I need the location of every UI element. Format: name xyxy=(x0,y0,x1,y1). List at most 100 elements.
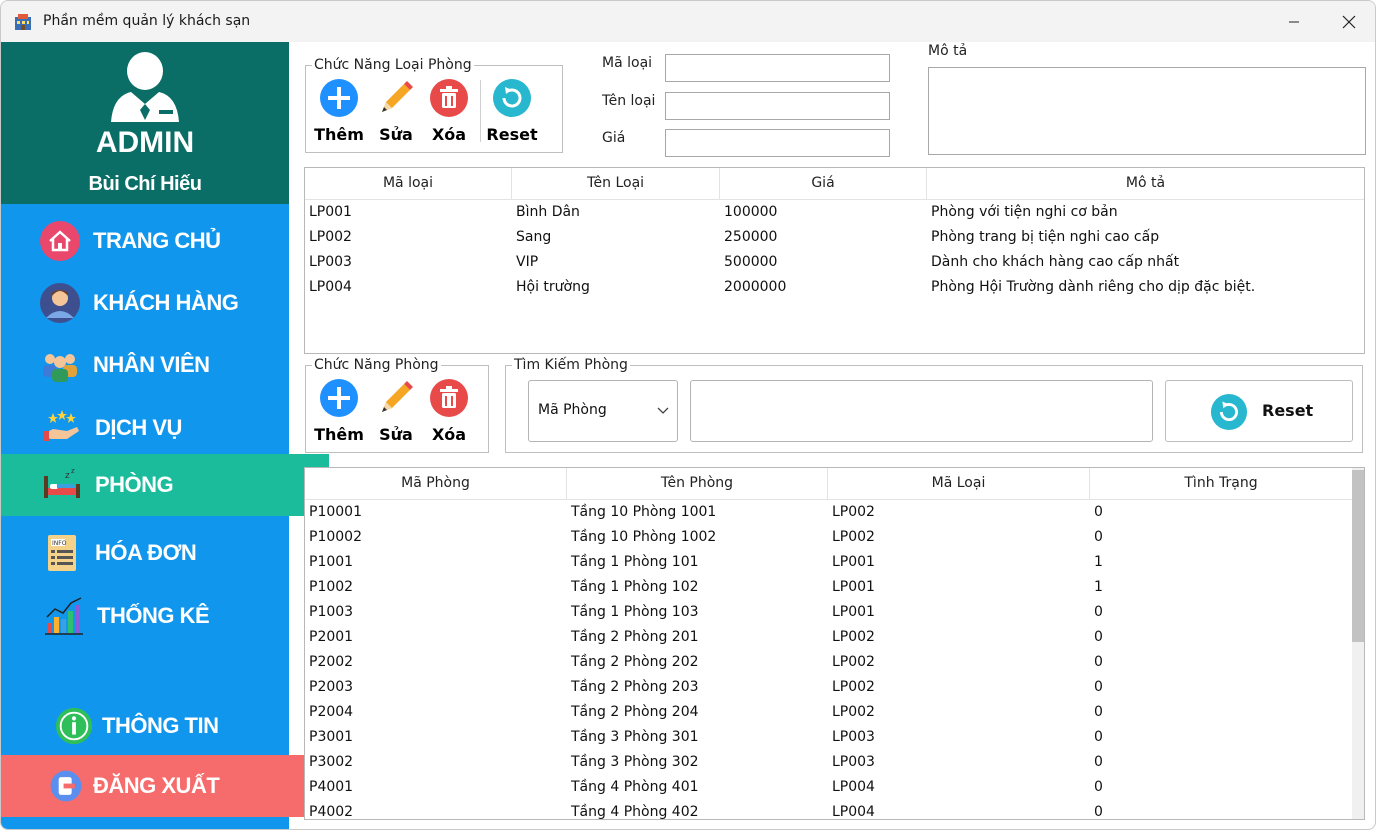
search-input[interactable] xyxy=(690,380,1153,442)
table-row[interactable]: P10001 Tầng 10 Phòng 1001 LP002 0 xyxy=(305,500,1352,525)
nav-thong-ke[interactable]: THỐNG KÊ xyxy=(1,585,331,647)
sidebar: ADMIN Bùi Chí Hiếu TRANG CHỦ KHÁCH HÀNG xyxy=(1,42,337,829)
price-input[interactable] xyxy=(665,129,890,157)
table-cell: P1002 xyxy=(309,579,354,595)
table-row[interactable]: LP002 Sang 250000 Phòng trang bị tiện nghi … xyxy=(305,225,1364,250)
edit-room-button[interactable]: Sửa xyxy=(376,378,416,458)
table-cell: Tầng 2 Phòng 201 xyxy=(571,629,699,645)
table-row[interactable]: LP001 Bình Dân 100000 Phòng với tiện nghi c… xyxy=(305,200,1364,225)
nav-hoa-don[interactable]: INFO HÓA ĐƠN xyxy=(1,522,329,584)
table-cell: Tầng 2 Phòng 202 xyxy=(571,654,699,670)
table-cell: Tầng 10 Phòng 1002 xyxy=(571,529,717,545)
code-input[interactable] xyxy=(665,54,890,82)
table-cell: 0 xyxy=(1094,504,1103,520)
pencil-icon xyxy=(382,381,413,412)
table-cell: LP002 xyxy=(832,704,875,720)
column-header[interactable]: Mã Phòng xyxy=(305,468,567,499)
table-cell: Tầng 3 Phòng 302 xyxy=(571,754,699,770)
add-room-type-button[interactable]: Thêm xyxy=(314,78,364,158)
delete-room-button[interactable]: Xóa xyxy=(429,378,469,458)
column-header[interactable]: Giá xyxy=(720,168,927,199)
table-cell: LP003 xyxy=(832,754,875,770)
column-header[interactable]: Tình Trạng xyxy=(1090,468,1352,499)
column-header[interactable]: Mã loại xyxy=(305,168,512,199)
service-icon xyxy=(43,410,79,441)
nav-nhan-vien[interactable]: NHÂN VIÊN xyxy=(1,334,327,396)
add-room-button[interactable]: Thêm xyxy=(314,378,364,458)
minimize-button[interactable] xyxy=(1271,1,1317,42)
table-row[interactable]: P1002 Tầng 1 Phòng 102 LP001 1 xyxy=(305,575,1352,600)
table-row[interactable]: P10002 Tầng 10 Phòng 1002 LP002 0 xyxy=(305,525,1352,550)
window-title: Phần mềm quản lý khách sạn xyxy=(43,13,251,29)
table-cell: LP001 xyxy=(832,554,875,570)
table-header: Mã Phòng Tên Phòng Mã Loại Tình Trạng xyxy=(305,468,1352,500)
nav-trang-chu[interactable]: TRANG CHỦ xyxy=(1,210,327,272)
nav-khach-hang[interactable]: KHÁCH HÀNG xyxy=(1,272,327,334)
button-label: Sửa xyxy=(379,125,413,144)
nav-dang-xuat[interactable]: ĐĂNG XUẤT xyxy=(1,755,337,817)
nav-phong[interactable]: zz PHÒNG xyxy=(1,454,329,516)
table-row[interactable]: P2003 Tầng 2 Phòng 203 LP002 0 xyxy=(305,675,1352,700)
group-title: Chức Năng Phòng xyxy=(312,357,441,373)
nav-label: DỊCH VỤ xyxy=(95,415,182,440)
table-row[interactable]: P1003 Tầng 1 Phòng 103 LP001 0 xyxy=(305,600,1352,625)
table-cell: 1 xyxy=(1094,579,1103,595)
table-cell: Phòng với tiện nghi cơ bản xyxy=(931,204,1118,220)
room-search-group: Tìm Kiếm Phòng Mã Phòng Reset xyxy=(505,357,1363,453)
chart-icon xyxy=(45,597,83,635)
table-cell: 0 xyxy=(1094,679,1103,695)
description-textarea[interactable] xyxy=(928,67,1366,155)
info-icon xyxy=(55,707,93,745)
scroll-thumb[interactable] xyxy=(1352,470,1364,642)
table-cell: Tầng 10 Phòng 1001 xyxy=(571,504,717,520)
column-header[interactable]: Mô tả xyxy=(927,168,1364,199)
table-cell: Bình Dân xyxy=(516,204,580,220)
table-cell: Tầng 4 Phòng 401 xyxy=(571,779,699,795)
reset-room-type-button[interactable]: Reset xyxy=(486,78,538,158)
edit-room-type-button[interactable]: Sửa xyxy=(376,78,416,158)
table-row[interactable]: P3002 Tầng 3 Phòng 302 LP003 0 xyxy=(305,750,1352,775)
user-avatar-icon xyxy=(111,52,179,122)
plus-icon xyxy=(320,379,358,417)
table-cell: 0 xyxy=(1094,604,1103,620)
table-cell: 0 xyxy=(1094,529,1103,545)
room-type-functions-group: Chức Năng Loại Phòng Thêm Sửa Xóa Reset xyxy=(305,57,563,153)
table-row[interactable]: P1001 Tầng 1 Phòng 101 LP001 1 xyxy=(305,550,1352,575)
nav-dich-vu[interactable]: DỊCH VỤ xyxy=(1,397,329,459)
table-row[interactable]: P4001 Tầng 4 Phòng 401 LP004 0 xyxy=(305,775,1352,800)
reset-search-button[interactable]: Reset xyxy=(1165,380,1353,442)
table-cell: LP001 xyxy=(832,604,875,620)
nav-thong-tin[interactable]: THÔNG TIN xyxy=(1,695,342,757)
table-cell: P1001 xyxy=(309,554,354,570)
group-title: Chức Năng Loại Phòng xyxy=(312,57,474,73)
table-row[interactable]: LP004 Hội trường 2000000 Phòng Hội Trường d… xyxy=(305,275,1364,300)
table-cell: 0 xyxy=(1094,804,1103,820)
room-table-scrollbar[interactable] xyxy=(1352,468,1364,819)
table-cell: LP001 xyxy=(832,579,875,595)
column-header[interactable]: Mã Loại xyxy=(828,468,1090,499)
table-cell: P2002 xyxy=(309,654,354,670)
close-button[interactable] xyxy=(1326,1,1372,42)
table-row[interactable]: LP003 VIP 500000 Dành cho khách hàng cao cấ… xyxy=(305,250,1364,275)
hotel-app-icon xyxy=(15,14,31,30)
delete-room-type-button[interactable]: Xóa xyxy=(429,78,469,158)
table-row[interactable]: P2001 Tầng 2 Phòng 201 LP002 0 xyxy=(305,625,1352,650)
chevron-down-icon xyxy=(657,407,669,414)
search-field-select[interactable]: Mã Phòng xyxy=(528,380,678,442)
table-cell: Phòng trang bị tiện nghi cao cấp xyxy=(931,229,1160,245)
column-header[interactable]: Tên Phòng xyxy=(567,468,828,499)
table-cell: Tầng 2 Phòng 204 xyxy=(571,704,699,720)
table-cell: LP003 xyxy=(309,254,352,270)
table-row[interactable]: P4002 Tầng 4 Phòng 402 LP004 0 xyxy=(305,800,1352,820)
table-cell: LP002 xyxy=(832,654,875,670)
table-row[interactable]: P3001 Tầng 3 Phòng 301 LP003 0 xyxy=(305,725,1352,750)
nav-label: KHÁCH HÀNG xyxy=(93,290,239,315)
table-cell: LP001 xyxy=(309,204,352,220)
column-header[interactable]: Tên Loại xyxy=(512,168,720,199)
table-row[interactable]: P2004 Tầng 2 Phòng 204 LP002 0 xyxy=(305,700,1352,725)
name-input[interactable] xyxy=(665,92,890,120)
table-cell: Tầng 1 Phòng 101 xyxy=(571,554,699,570)
table-cell: 0 xyxy=(1094,729,1103,745)
button-label: Thêm xyxy=(314,125,364,144)
table-row[interactable]: P2002 Tầng 2 Phòng 202 LP002 0 xyxy=(305,650,1352,675)
